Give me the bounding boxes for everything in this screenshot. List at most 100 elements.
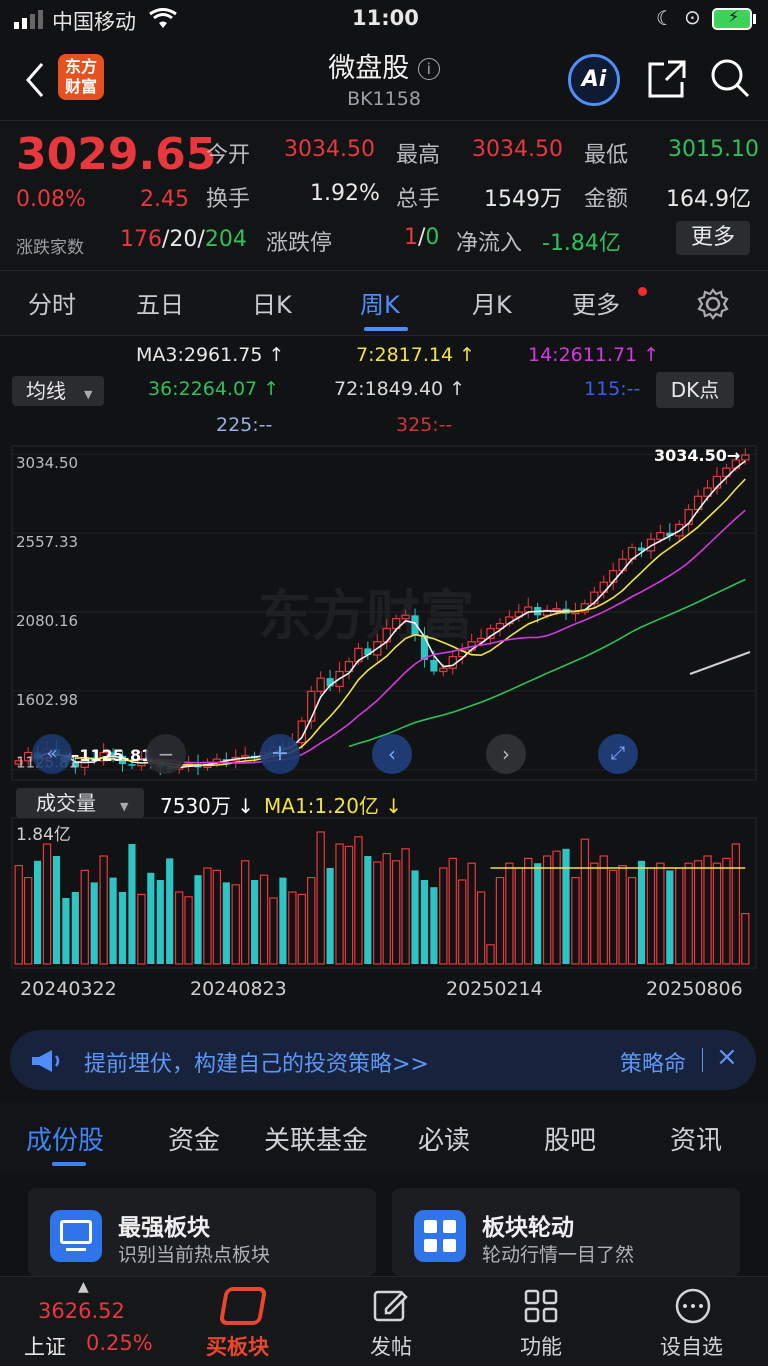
volume-bar (467, 862, 476, 965)
volume-bar (316, 831, 325, 965)
volume-bar (166, 858, 174, 964)
ma-selector[interactable]: 均线 ▼ (12, 376, 104, 406)
battery-cap (753, 14, 756, 24)
tab-funds[interactable]: 资金 (168, 1120, 220, 1157)
tab-more[interactable]: 更多 (572, 285, 620, 320)
bottom-toolbar: ▲ 3626.52 上证 0.25% 买板块 发帖 功能 设自选 (0, 1276, 768, 1366)
info-icon[interactable]: i (417, 58, 440, 80)
tab-must-read[interactable]: 必读 (418, 1120, 470, 1157)
close-icon[interactable]: × (716, 1042, 738, 1072)
date-label-4: 20250806 (646, 978, 743, 1000)
functions-button[interactable]: 功能 (500, 1277, 580, 1366)
volume-bar (335, 843, 344, 965)
candle (741, 454, 750, 461)
strongest-sector-card[interactable]: 最强板块 识别当前热点板块 (28, 1188, 376, 1276)
volume-bar (514, 867, 524, 965)
volume-bar (391, 860, 401, 965)
tab-weekly-k[interactable]: 周K (360, 285, 400, 320)
watchlist-icon (675, 1288, 711, 1324)
more-button[interactable]: 更多 (676, 221, 750, 255)
tab-monthly-k[interactable]: 月K (472, 285, 512, 320)
sector-rotation-card[interactable]: 板块轮动 轮动行情一目了然 (392, 1188, 740, 1276)
scroll-start-icon[interactable]: « (32, 734, 72, 774)
ma-selector-label: 均线 (26, 379, 66, 403)
limit-down: 0 (425, 225, 440, 250)
buy-sector-label: 买板块 (206, 1335, 269, 1359)
card-title: 最强板块 (118, 1215, 210, 1241)
scroll-left-icon[interactable]: ‹ (372, 734, 412, 774)
ai-button[interactable]: Ai (568, 54, 620, 106)
change-percent: 0.08% (16, 187, 86, 212)
content-tabs: 成份股 资金 关联基金 必读 股吧 资讯 (0, 1102, 768, 1172)
dk-point-button[interactable]: DK点 (656, 372, 734, 408)
trend-line (689, 651, 751, 675)
volume-bar (703, 855, 712, 965)
tab-daily-k[interactable]: 日K (252, 285, 292, 320)
scroll-right-icon[interactable]: › (486, 734, 526, 774)
strategy-banner[interactable]: 提前埋伏，构建自己的投资策略>> 策略命 × (10, 1030, 756, 1090)
volume-bar (174, 891, 184, 965)
zoom-in-icon[interactable]: + (260, 734, 300, 774)
volume-bar (212, 869, 222, 965)
index-ticker[interactable]: ▲ 3626.52 上证 0.25% (0, 1277, 170, 1366)
change-value: 2.45 (140, 187, 189, 212)
status-bar: 中国移动 11:00 ☾ ⊙ ⚡ (0, 0, 768, 40)
amount-label: 金额 (584, 187, 629, 212)
megaphone-icon (32, 1050, 60, 1072)
netflow-value: -1.84亿 (542, 231, 621, 256)
indicator-selector[interactable]: 成交量 ▼ (16, 788, 144, 818)
volume-bar (637, 860, 646, 964)
buy-sector-icon (218, 1287, 268, 1325)
volume-bar (666, 870, 674, 964)
volume-bar (712, 862, 722, 965)
y-axis-label: 3034.50 (16, 454, 78, 472)
volume-bar (590, 862, 599, 965)
card-subtitle: 轮动行情一目了然 (482, 1244, 635, 1266)
watermark: 东方财富 (258, 584, 474, 647)
tab-constituents[interactable]: 成份股 (26, 1120, 104, 1157)
fullscreen-icon[interactable]: ⤢ (598, 734, 638, 774)
volume-bar (495, 876, 505, 965)
candle (552, 608, 561, 611)
zoom-out-icon[interactable]: − (146, 734, 186, 774)
settings-gear-icon[interactable] (696, 287, 730, 321)
quote-panel: 3029.65 0.08% 2.45 涨跌家数 176/20/204 今开 30… (0, 120, 768, 270)
candle (411, 615, 419, 636)
volume-bar (731, 843, 741, 965)
volume-bar (608, 869, 618, 965)
volume-bar (524, 857, 533, 965)
volume-chart[interactable] (0, 816, 768, 976)
dropdown-icon: ▼ (120, 800, 129, 813)
volume-bar (118, 892, 127, 964)
volume-bar (90, 882, 98, 964)
volume-bar (23, 876, 33, 965)
tab-five-day[interactable]: 五日 (136, 285, 184, 320)
low-label: 最低 (584, 143, 629, 168)
netflow-label: 净流入 (456, 231, 523, 256)
volume-bar (627, 876, 637, 965)
post-button[interactable]: 发帖 (350, 1277, 430, 1366)
volume-bar (231, 884, 240, 965)
volume-bar (42, 843, 52, 965)
share-icon[interactable] (646, 58, 688, 100)
add-watchlist-button[interactable]: 设自选 (650, 1277, 740, 1366)
volume-value: 1549万 (484, 187, 562, 212)
wifi-icon (149, 8, 177, 28)
tab-intraday[interactable]: 分时 (28, 285, 76, 320)
high-value: 3034.50 (472, 137, 563, 162)
volume-axis-top: 1.84亿 (16, 825, 71, 845)
volume-bar (259, 874, 269, 965)
price-chart[interactable]: 东方财富 3034.502557.332080.161602.981125.81 (0, 444, 768, 784)
turnover-value: 1.92% (310, 181, 380, 206)
search-icon[interactable] (708, 56, 752, 100)
tab-forum[interactable]: 股吧 (544, 1120, 596, 1157)
volume-bar (693, 860, 703, 965)
nav-bar: 东方 财富 微盘股 i BK1158 Ai (0, 40, 768, 120)
tab-related-funds[interactable]: 关联基金 (264, 1120, 368, 1157)
volume-bar (684, 862, 693, 965)
tab-news[interactable]: 资讯 (670, 1120, 722, 1157)
turnover-label: 换手 (206, 187, 251, 212)
moon-icon: ☾ (656, 6, 674, 30)
volume-bar (656, 862, 665, 965)
buy-sector-button[interactable]: 买板块 (200, 1277, 290, 1366)
